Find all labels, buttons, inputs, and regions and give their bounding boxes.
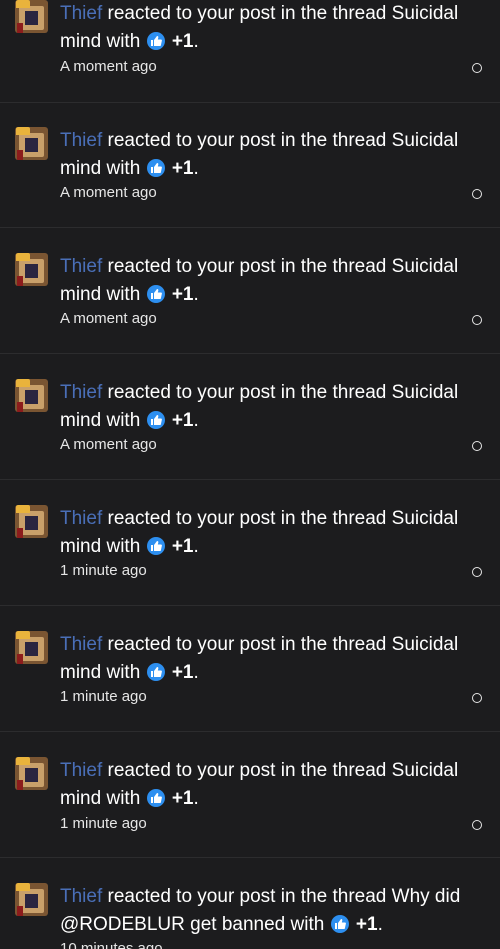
timestamp: 1 minute ago xyxy=(60,562,147,579)
notification-text: Thief reacted to your post in the thread… xyxy=(60,256,459,305)
mark-read-circle-icon[interactable] xyxy=(472,820,482,830)
notification-item[interactable]: Thief reacted to your post in the thread… xyxy=(0,229,500,354)
like-icon xyxy=(146,32,165,50)
notification-item[interactable]: Thief reacted to your post in the thread… xyxy=(0,0,500,103)
avatar[interactable] xyxy=(15,757,48,790)
timestamp: A moment ago xyxy=(60,58,157,75)
notification-text: Thief reacted to your post in the thread… xyxy=(60,130,459,179)
reaction-label: +1 xyxy=(171,284,194,305)
timestamp: A moment ago xyxy=(60,184,157,201)
timestamp: A moment ago xyxy=(60,310,157,327)
timestamp: 1 minute ago xyxy=(60,815,147,832)
notification-text: Thief reacted to your post in the thread… xyxy=(60,508,459,557)
notification-text: Thief reacted to your post in the thread… xyxy=(60,382,459,431)
mark-read-circle-icon[interactable] xyxy=(472,315,482,325)
notification-item[interactable]: Thief reacted to your post in the thread… xyxy=(0,607,500,732)
avatar[interactable] xyxy=(15,0,48,33)
mark-read-circle-icon[interactable] xyxy=(472,693,482,703)
mark-read-circle-icon[interactable] xyxy=(472,441,482,451)
notification-item[interactable]: Thief reacted to your post in the thread… xyxy=(0,103,500,228)
username-link[interactable]: Thief xyxy=(60,130,102,151)
timestamp: 1 minute ago xyxy=(60,688,147,705)
username-link[interactable]: Thief xyxy=(60,256,102,277)
avatar[interactable] xyxy=(15,253,48,286)
avatar[interactable] xyxy=(15,505,48,538)
notification-item[interactable]: Thief reacted to your post in the thread… xyxy=(0,859,500,949)
mark-read-circle-icon[interactable] xyxy=(472,567,482,577)
reaction-label: +1 xyxy=(171,788,194,809)
notification-item[interactable]: Thief reacted to your post in the thread… xyxy=(0,481,500,606)
mark-read-circle-icon[interactable] xyxy=(472,189,482,199)
username-link[interactable]: Thief xyxy=(60,760,102,781)
reaction-label: +1 xyxy=(171,536,194,557)
like-icon xyxy=(146,411,165,429)
username-link[interactable]: Thief xyxy=(60,886,102,907)
reaction-label: +1 xyxy=(171,662,194,683)
notification-text: Thief reacted to your post in the thread… xyxy=(60,886,461,935)
reaction-label: +1 xyxy=(171,31,194,52)
mark-read-circle-icon[interactable] xyxy=(472,63,482,73)
timestamp: A moment ago xyxy=(60,436,157,453)
like-icon xyxy=(146,663,165,681)
reaction-label: +1 xyxy=(171,410,194,431)
username-link[interactable]: Thief xyxy=(60,508,102,529)
avatar[interactable] xyxy=(15,631,48,664)
notification-item[interactable]: Thief reacted to your post in the thread… xyxy=(0,733,500,858)
like-icon xyxy=(146,537,165,555)
like-icon xyxy=(146,789,165,807)
notification-text: Thief reacted to your post in the thread… xyxy=(60,760,459,809)
like-icon xyxy=(330,915,349,933)
reaction-label: +1 xyxy=(355,914,378,935)
reaction-label: +1 xyxy=(171,158,194,179)
avatar[interactable] xyxy=(15,127,48,160)
avatar[interactable] xyxy=(15,379,48,412)
notification-text: Thief reacted to your post in the thread… xyxy=(60,3,459,52)
timestamp: 10 minutes ago xyxy=(60,940,163,949)
avatar[interactable] xyxy=(15,883,48,916)
like-icon xyxy=(146,159,165,177)
notification-list: Thief reacted to your post in the thread… xyxy=(0,0,500,949)
username-link[interactable]: Thief xyxy=(60,382,102,403)
username-link[interactable]: Thief xyxy=(60,3,102,24)
notification-text: Thief reacted to your post in the thread… xyxy=(60,634,459,683)
username-link[interactable]: Thief xyxy=(60,634,102,655)
like-icon xyxy=(146,285,165,303)
notification-item[interactable]: Thief reacted to your post in the thread… xyxy=(0,355,500,480)
